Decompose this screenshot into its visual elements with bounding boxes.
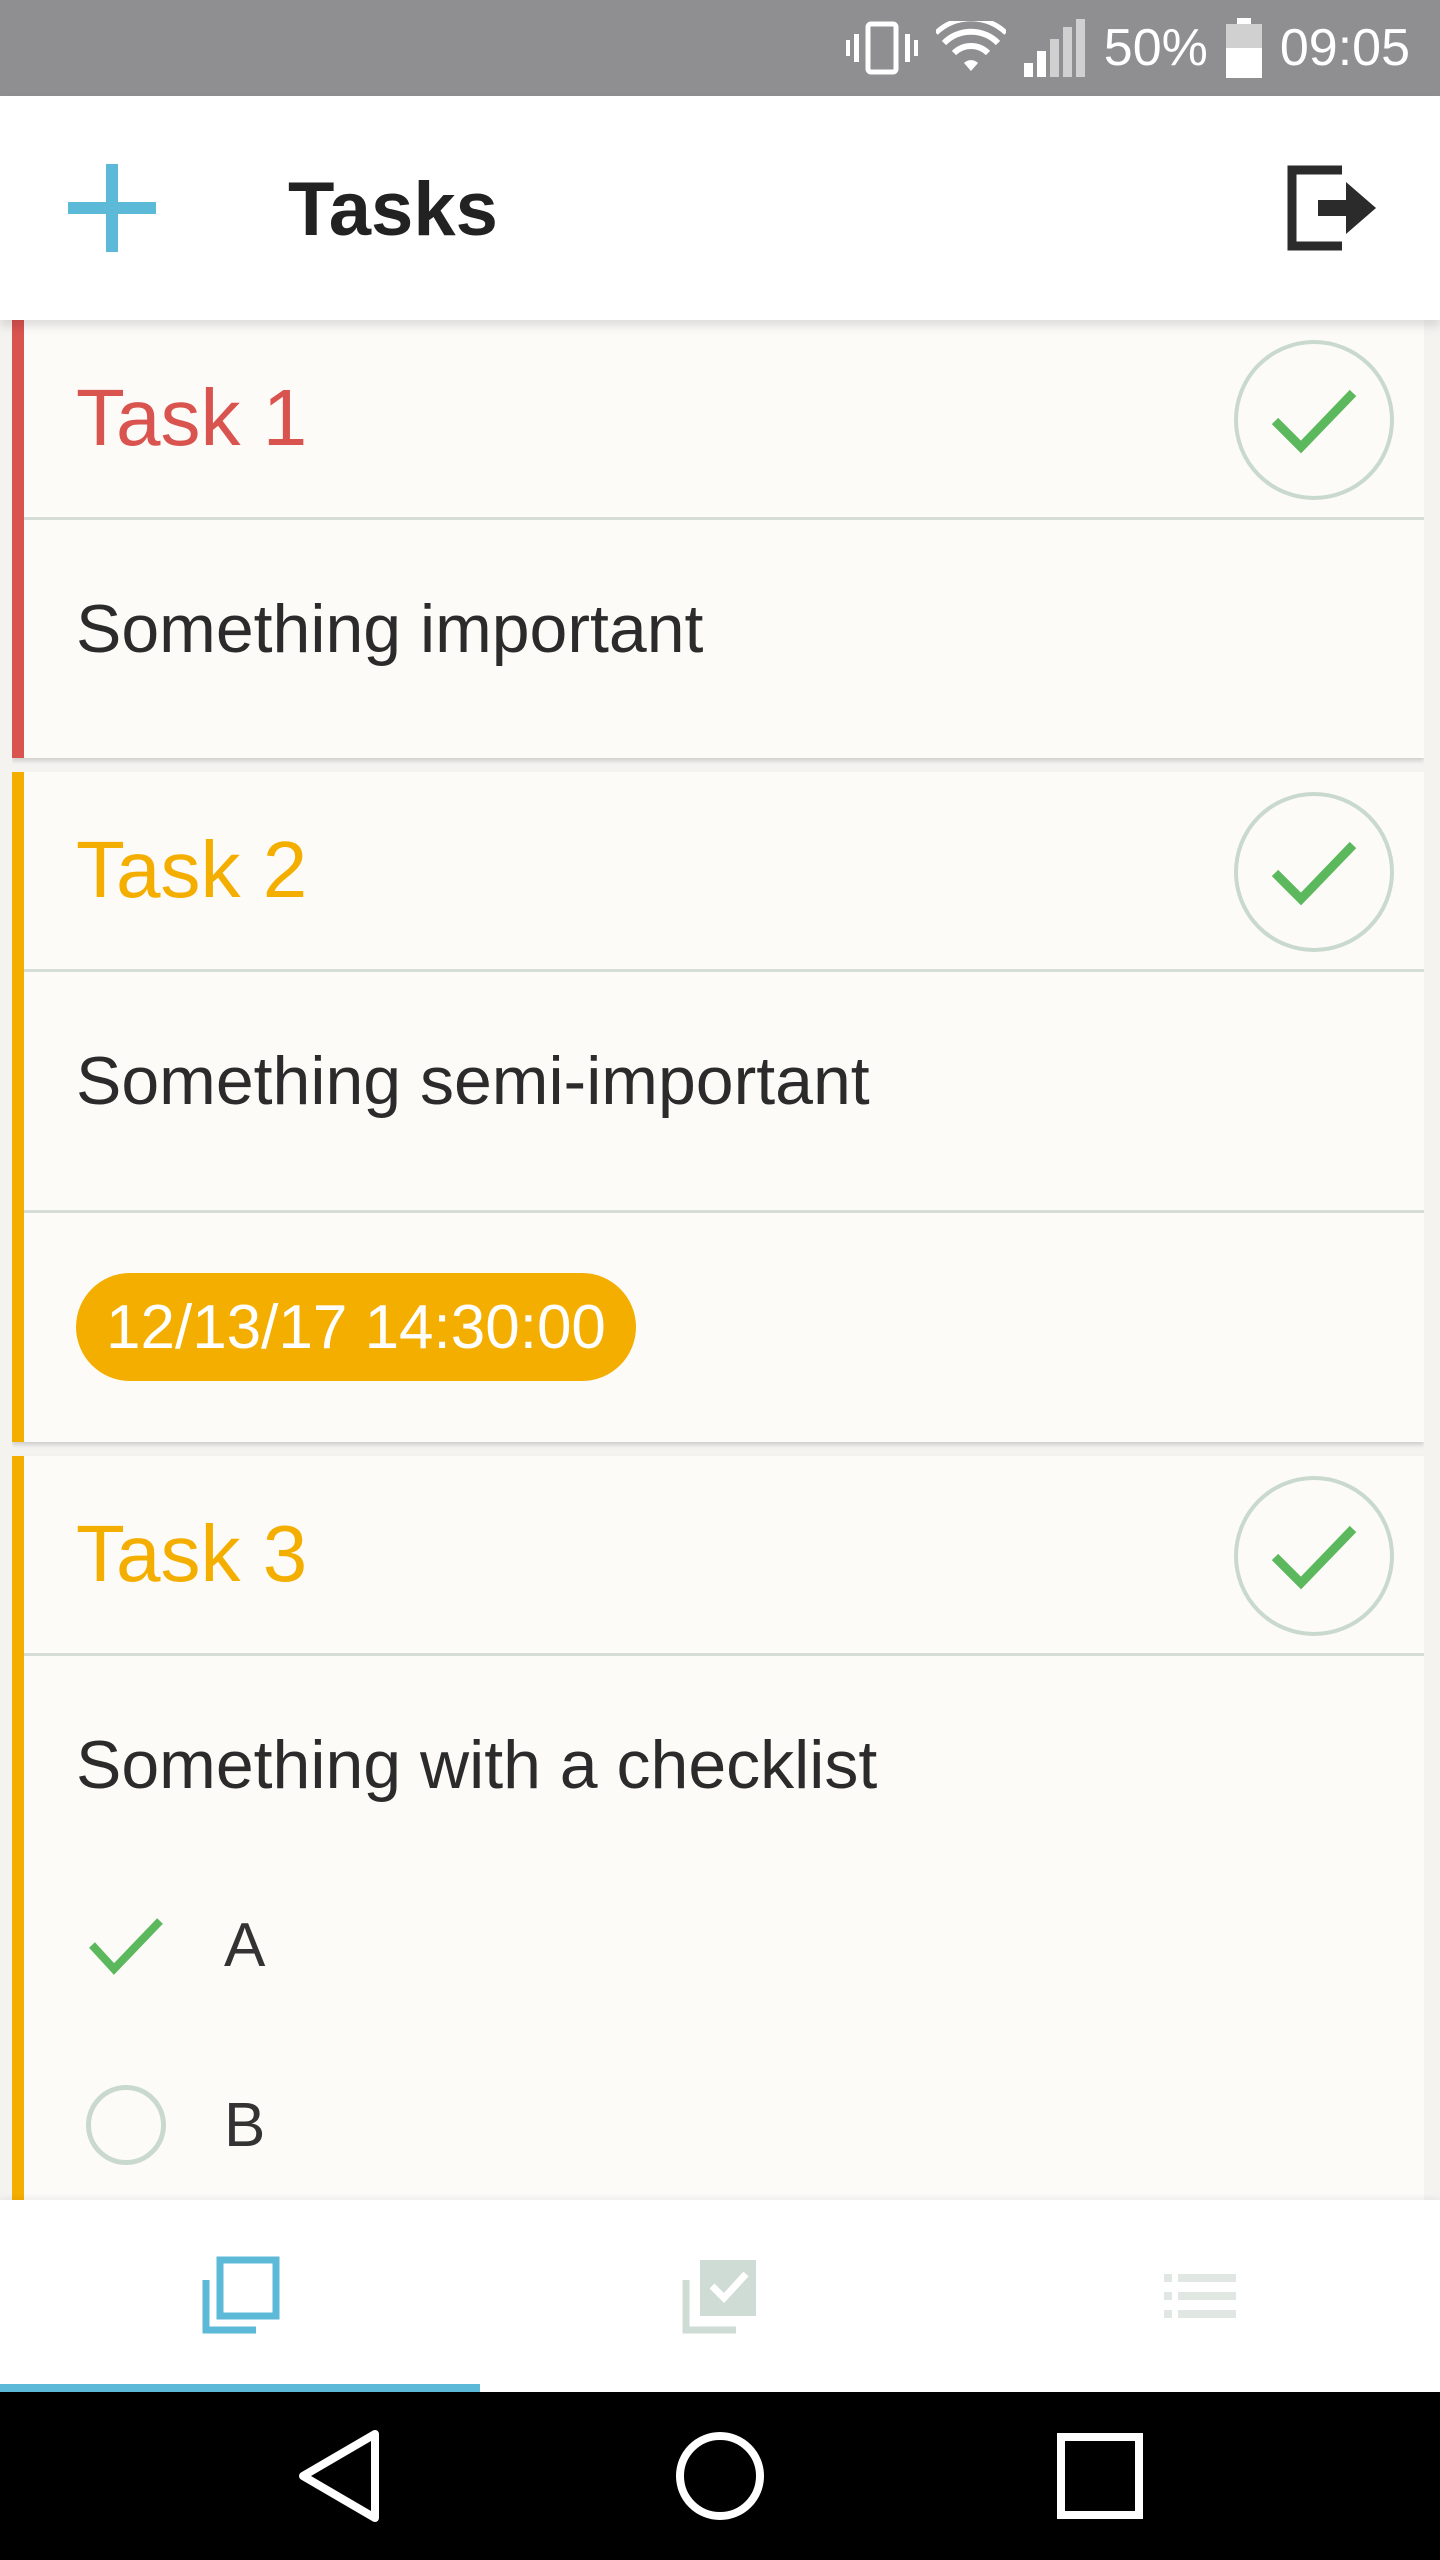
cards-icon	[202, 2256, 280, 2334]
due-date-badge[interactable]: 12/13/17 14:30:00	[76, 1273, 636, 1381]
task-body: Something with a checklist A B	[24, 1656, 1424, 2200]
checked-cards-icon	[682, 2260, 756, 2334]
complete-task-button[interactable]	[1234, 792, 1394, 952]
check-icon	[1271, 389, 1357, 454]
plus-icon	[68, 164, 156, 252]
logout-button[interactable]	[1284, 160, 1380, 256]
tab-completed[interactable]	[480, 2200, 960, 2392]
task-card[interactable]: Task 2 Something semi-important 12/13/17…	[12, 772, 1424, 1442]
check-icon	[89, 1918, 163, 1975]
task-description: Something semi-important	[76, 1043, 870, 1119]
unchecked-circle-icon	[86, 2085, 166, 2165]
complete-task-button[interactable]	[1234, 1476, 1394, 1636]
system-nav-bar	[0, 2392, 1440, 2560]
app-bar: Tasks	[0, 96, 1440, 320]
checklist-label: A	[224, 1910, 266, 1980]
add-task-button[interactable]	[64, 160, 160, 256]
wifi-icon	[935, 21, 1006, 75]
active-tab-indicator	[0, 2384, 480, 2392]
task-title: Task 1	[76, 373, 308, 462]
check-icon	[1271, 841, 1357, 906]
status-bar: 50% 09:05	[0, 0, 1440, 96]
signal-icon	[1023, 19, 1086, 77]
vibrate-icon	[845, 20, 918, 76]
task-card-header: Task 1	[24, 320, 1424, 520]
task-card[interactable]: Task 1 Something important	[12, 320, 1424, 758]
recents-icon	[1057, 2433, 1143, 2519]
checklist-item[interactable]: A	[76, 1890, 265, 2000]
back-icon	[299, 2430, 379, 2522]
list-icon	[1164, 2274, 1236, 2318]
complete-task-button[interactable]	[1234, 340, 1394, 500]
home-button[interactable]	[656, 2412, 784, 2540]
tab-list[interactable]	[960, 2200, 1440, 2392]
checklist-label: B	[224, 2090, 266, 2160]
checklist-item[interactable]: B	[76, 2070, 265, 2180]
bottom-tab-bar	[0, 2200, 1440, 2392]
battery-percent: 50%	[1103, 19, 1208, 77]
checklist-checkbox[interactable]	[76, 1895, 176, 1995]
back-button[interactable]	[276, 2412, 404, 2540]
checklist-checkbox[interactable]	[76, 2075, 176, 2175]
task-description: Something important	[76, 591, 704, 667]
check-icon	[1271, 1525, 1357, 1590]
recents-button[interactable]	[1036, 2412, 1164, 2540]
task-card-header: Task 2	[24, 772, 1424, 972]
task-card-header: Task 3	[24, 1456, 1424, 1656]
task-body: Something semi-important	[24, 972, 1424, 1210]
battery-icon	[1225, 18, 1262, 78]
logout-icon	[1287, 165, 1376, 251]
task-title: Task 2	[76, 825, 308, 914]
tab-cards[interactable]	[0, 2200, 480, 2392]
task-title: Task 3	[76, 1509, 308, 1598]
page-title: Tasks	[288, 167, 498, 252]
home-icon	[676, 2432, 764, 2520]
task-body: Something important	[24, 520, 1424, 758]
task-due-row: 12/13/17 14:30:00	[24, 1210, 1424, 1442]
clock: 09:05	[1279, 19, 1410, 77]
task-list[interactable]: Task 1 Something important Task 2 Someth…	[12, 320, 1424, 2200]
task-description: Something with a checklist	[76, 1727, 878, 1803]
task-card[interactable]: Task 3 Something with a checklist A B	[12, 1456, 1424, 2200]
